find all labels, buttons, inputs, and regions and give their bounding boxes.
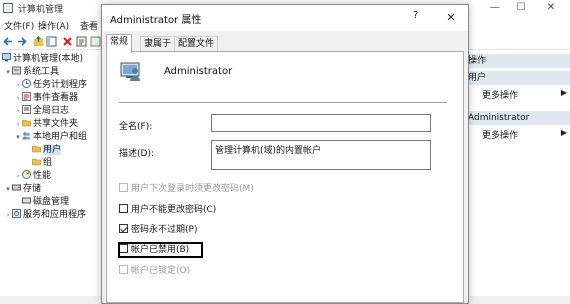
tree-item-storage[interactable]: ▾ 存储 — [4, 183, 41, 195]
up-folder-icon[interactable] — [33, 36, 44, 47]
minimize-icon[interactable]: — — [484, 1, 506, 15]
clock-icon — [22, 79, 31, 88]
actions-header: 操作 — [466, 54, 570, 68]
dialog-titlebar: Administrator 属性 ? ✕ — [102, 5, 468, 31]
bg-window-title: 计算机管理 — [18, 5, 64, 15]
tab-member-of[interactable]: 隶属于 — [140, 36, 176, 52]
checkbox-must-change-password[interactable]: 用户下次登录时须更改密码(M) — [119, 183, 254, 196]
tab-general[interactable]: 常规 — [106, 34, 133, 53]
divider — [119, 102, 447, 103]
refresh-icon[interactable] — [90, 36, 101, 47]
tab-bar: 常规 隶属于 配置文件 — [106, 34, 466, 53]
collapse-arrow-icon[interactable]: ▾ — [14, 131, 22, 143]
forward-arrow-icon[interactable] — [16, 36, 27, 47]
actions-administrator-header[interactable]: Administrator — [466, 111, 570, 125]
computer-management-icon — [3, 3, 13, 13]
tree-item-task-scheduler[interactable]: › 任务计划程序 — [14, 79, 87, 91]
shared-folder-icon — [22, 119, 31, 127]
navigation-tree: 计算机管理(本地) ▾ 系统工具 › 任务计划程序 › 事件查看器 › 全局日志 › 共享… — [0, 51, 104, 304]
checkbox-checked-icon — [119, 224, 128, 233]
submenu-arrow-icon: ▶ — [560, 128, 567, 137]
log-icon — [22, 105, 31, 114]
description-input[interactable]: 管理计算机(域)的内置帐户 — [211, 140, 431, 170]
performance-icon — [22, 170, 31, 179]
close-icon[interactable]: ✕ — [540, 1, 562, 15]
menu-action[interactable]: 操作(A) — [38, 19, 69, 32]
checkbox-account-locked[interactable]: 帐户已锁定(O) — [119, 265, 190, 278]
highlight-box — [118, 242, 203, 258]
folder-icon — [32, 145, 41, 153]
maximize-icon[interactable]: ☐ — [510, 1, 532, 15]
expand-arrow-icon[interactable]: › — [4, 209, 12, 221]
submenu-arrow-icon: ▶ — [560, 88, 567, 97]
dialog-close-icon[interactable]: ✕ — [437, 8, 465, 28]
administrator-properties-dialog: Administrator 属性 ? ✕ 常规 隶属于 配置文件 Adminis… — [101, 4, 469, 304]
more-actions-link-2[interactable]: 更多操作 — [482, 128, 518, 141]
general-tab-panel: Administrator 全名(F): 描述(D): 管理计算机(域)的内置帐… — [106, 51, 464, 303]
tree-item-users[interactable]: 用户 — [32, 144, 62, 156]
checkbox-icon — [119, 265, 128, 274]
tree-item-shared-folders[interactable]: › 共享文件夹 — [14, 118, 78, 130]
tree-item-global-log[interactable]: › 全局日志 — [14, 105, 69, 117]
disk-icon — [22, 197, 31, 204]
actions-pane: 操作 用户 更多操作 ▶ Administrator 更多操作 ▶ — [466, 51, 570, 304]
fullname-input[interactable] — [211, 114, 431, 132]
event-log-icon — [22, 92, 31, 101]
computer-icon — [2, 53, 11, 62]
expand-arrow-icon[interactable]: › — [14, 79, 22, 91]
services-icon — [12, 209, 21, 218]
checkbox-password-never-expires[interactable]: 密码永不过期(P) — [119, 224, 197, 237]
expand-arrow-icon[interactable]: ▾ — [4, 66, 12, 78]
user-account-icon — [120, 62, 140, 81]
tree-item-services-apps[interactable]: › 服务和应用程序 — [4, 209, 86, 221]
tree-item-performance[interactable]: › 性能 — [14, 170, 51, 182]
tree-item-groups[interactable]: 组 — [32, 157, 52, 169]
show-tree-icon[interactable] — [46, 36, 57, 47]
more-actions-link[interactable]: 更多操作 — [482, 88, 518, 101]
properties-icon[interactable] — [76, 36, 87, 47]
folder-icon — [32, 158, 41, 166]
delete-icon[interactable] — [62, 36, 73, 47]
tree-item-local-users-groups[interactable]: ▾ 本地用户和组 — [14, 131, 87, 143]
expand-arrow-icon[interactable]: › — [14, 92, 22, 104]
collapse-arrow-icon[interactable]: ▾ — [4, 183, 12, 195]
tree-item-system-tools[interactable]: ▾ 系统工具 — [4, 66, 59, 78]
user-name-label: Administrator — [164, 66, 233, 77]
tab-profile[interactable]: 配置文件 — [174, 36, 219, 52]
checkbox-cannot-change-password[interactable]: 用户不能更改密码(C) — [119, 204, 216, 217]
actions-users-header[interactable]: 用户 — [466, 71, 570, 85]
checkbox-icon — [119, 204, 128, 213]
tree-item-event-viewer[interactable]: › 事件查看器 — [14, 92, 78, 104]
users-group-icon — [22, 132, 31, 140]
storage-icon — [12, 184, 21, 191]
description-label: 描述(D): — [119, 149, 154, 159]
menu-file[interactable]: 文件(F) — [4, 19, 34, 32]
menu-view[interactable]: 查看 — [80, 19, 98, 32]
back-arrow-icon[interactable] — [3, 36, 14, 47]
help-icon[interactable]: ? — [413, 10, 418, 21]
expand-arrow-icon[interactable]: › — [14, 105, 22, 117]
tree-item-computer-management[interactable]: 计算机管理(本地) — [2, 53, 83, 65]
tree-item-disk-management[interactable]: 磁盘管理 — [14, 196, 69, 208]
expand-arrow-icon[interactable]: › — [14, 118, 22, 130]
checkbox-icon — [119, 183, 128, 192]
tools-icon — [12, 66, 21, 75]
expand-arrow-icon[interactable]: › — [14, 170, 22, 182]
fullname-label: 全名(F): — [119, 122, 153, 132]
dialog-title: Administrator 属性 — [110, 15, 202, 26]
